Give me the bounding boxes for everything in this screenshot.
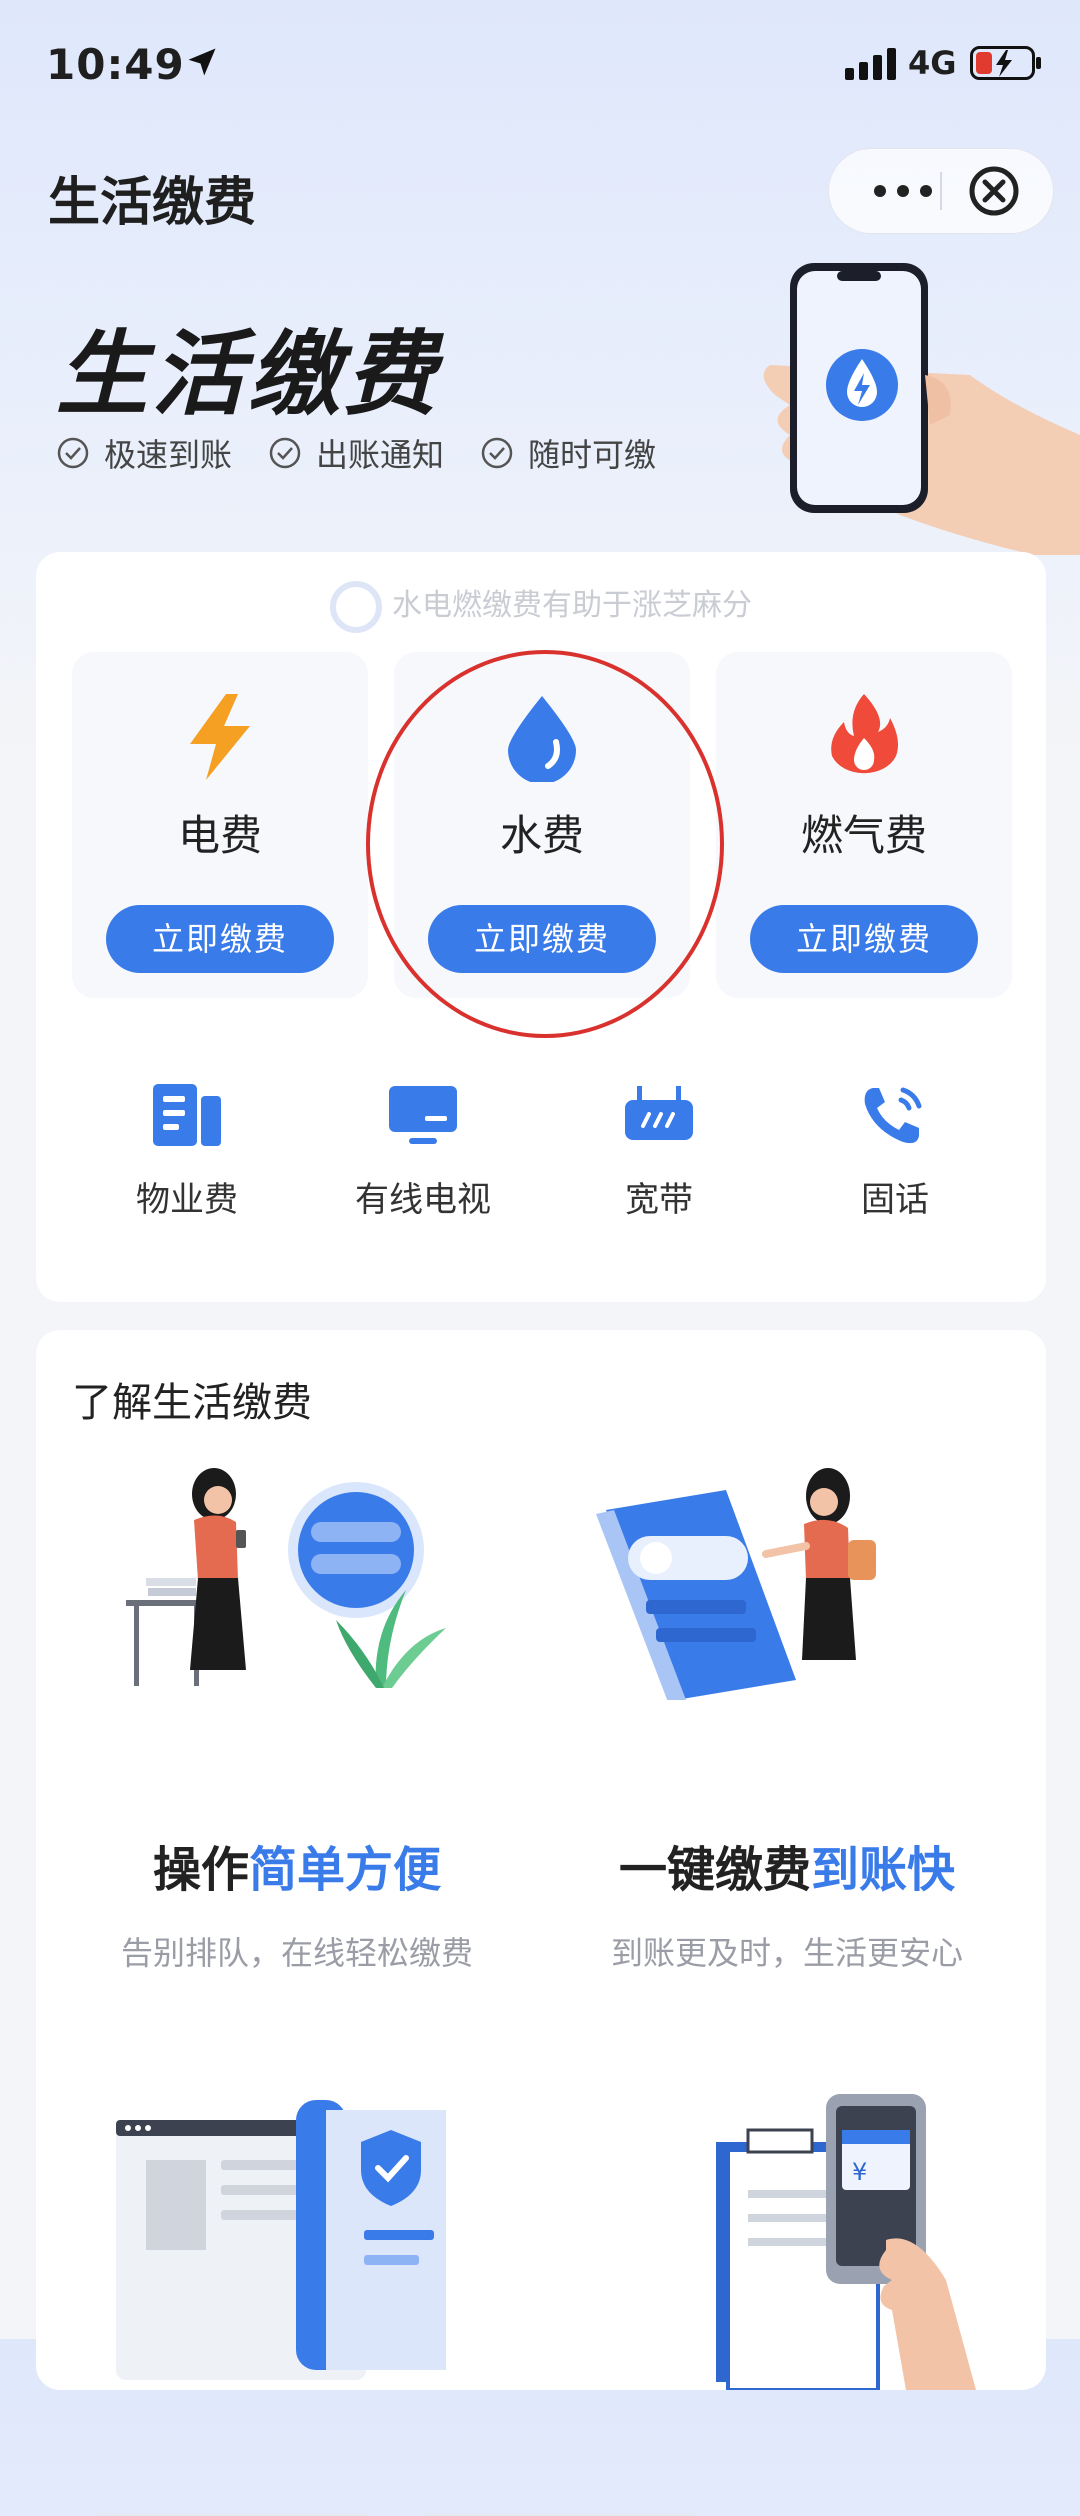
feature-heading-prefix: 一键缴费 [618, 1842, 811, 1898]
zhima-notice-text: 水电燃缴费有助于涨芝麻分 [392, 588, 752, 623]
feature-item: 极速到账 [56, 430, 232, 476]
page-title: 生活缴费 [48, 173, 257, 233]
feature-subtitle: 到账更及时，生活更安心 [610, 1934, 963, 1972]
close-button[interactable] [966, 163, 1022, 219]
woman-chat-illustration [86, 1450, 516, 1700]
check-circle-icon [269, 437, 301, 469]
network-type: 4G [908, 44, 957, 82]
check-circle-icon [481, 437, 513, 469]
close-icon [969, 166, 1019, 216]
service-label: 固话 [861, 1180, 929, 1220]
section-title: 了解生活缴费 [72, 1380, 312, 1426]
feature-heading: 操作简单方便 [62, 1830, 532, 1900]
router-icon [625, 1086, 693, 1140]
feature-item: 出账通知 [268, 430, 444, 476]
service-broadband[interactable]: 宽带 [544, 1082, 774, 1221]
feature-item: 随时可缴 [480, 430, 656, 476]
flame-icon [716, 692, 1012, 786]
hero-title: 生活缴费 [56, 321, 441, 428]
building-icon [153, 1084, 221, 1146]
pay-now-button[interactable]: 立即缴费 [106, 905, 334, 973]
svg-text:¥: ¥ [852, 2158, 867, 2186]
zhima-notice: 水电燃缴费有助于涨芝麻分 [36, 580, 1046, 633]
service-landline[interactable]: 固话 [780, 1082, 1010, 1221]
pay-tile-label: 燃气费 [800, 811, 927, 860]
service-label: 有线电视 [355, 1180, 491, 1220]
pay-tile-label: 电费 [177, 811, 262, 860]
feature-label: 出账通知 [316, 436, 445, 474]
feature-heading-highlight: 简单方便 [249, 1842, 442, 1898]
cellular-signal-icon [845, 48, 901, 84]
service-cable-tv[interactable]: 有线电视 [308, 1082, 538, 1221]
hero-phone-illustration [750, 255, 1080, 565]
lightning-icon [72, 692, 368, 786]
feature-heading-prefix: 操作 [152, 1842, 249, 1898]
feature-label: 极速到账 [104, 436, 233, 474]
woman-phone-illustration [566, 1450, 996, 1702]
mini-program-capsule [828, 148, 1054, 234]
learn-card: 了解生活缴费 操作简单方便 告别排队，在线轻松缴费 一键缴费到账快 到账更及时，… [36, 1330, 1046, 2516]
browser-shield-illustration [116, 2090, 536, 2390]
more-dots-icon [874, 185, 932, 197]
feature-heading-highlight: 到账快 [811, 1842, 956, 1898]
check-circle-icon [57, 437, 89, 469]
pay-tile-gas[interactable]: 燃气费 立即缴费 [716, 652, 1012, 998]
feature-heading: 一键缴费到账快 [552, 1830, 1022, 1900]
pay-now-button[interactable]: 立即缴费 [750, 905, 978, 973]
feature-label: 随时可缴 [528, 436, 657, 474]
pay-tile-electricity[interactable]: 电费 立即缴费 [72, 652, 368, 998]
service-label: 宽带 [625, 1180, 693, 1220]
capsule-divider [940, 172, 942, 210]
service-label: 物业费 [136, 1180, 238, 1220]
more-options-button[interactable] [868, 168, 938, 214]
phone-call-icon [864, 1087, 922, 1144]
feature-list: 极速到账 出账通知 随时可缴 [56, 430, 656, 476]
zhima-icon [330, 580, 382, 633]
service-grid: 物业费 有线电视 宽带 固话 [36, 1082, 1046, 1282]
feature-subtitle: 告别排队，在线轻松缴费 [120, 1934, 473, 1972]
location-arrow-icon [184, 44, 220, 84]
phone-bill-illustration: ¥ [656, 2090, 1016, 2392]
annotation-circle [366, 650, 724, 1038]
service-property-fee[interactable]: 物业费 [72, 1082, 302, 1221]
status-bar: 10:49 4G [0, 0, 1080, 130]
tv-icon [389, 1086, 457, 1144]
battery-charging-icon [970, 46, 1042, 84]
status-time: 10:49 [46, 40, 185, 89]
